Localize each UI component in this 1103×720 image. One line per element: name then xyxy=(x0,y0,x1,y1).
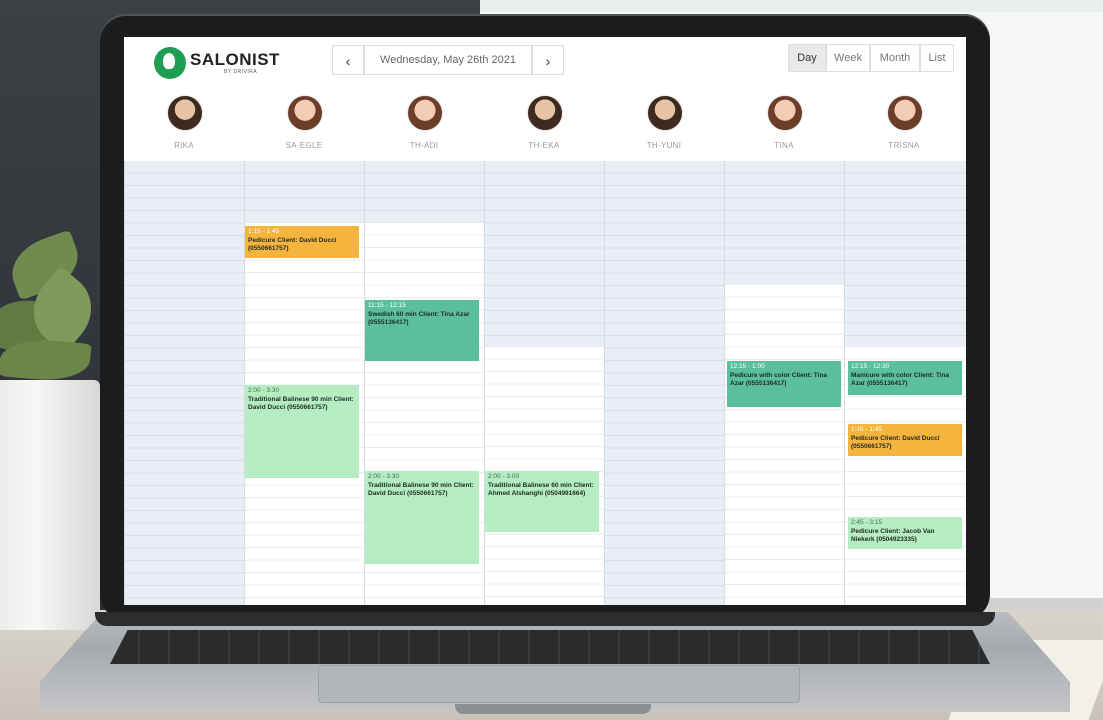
staff-avatar xyxy=(527,95,563,131)
appointment-block[interactable]: 12:15 - 1:00 Pedicure with color Client:… xyxy=(727,361,841,407)
staff-name: TRISNA xyxy=(888,141,920,150)
staff-column-header[interactable]: TH-ADI xyxy=(364,89,484,161)
staff-name: TH-YUNI xyxy=(646,141,682,150)
staff-name: RIKA xyxy=(174,141,194,150)
next-day-button[interactable]: › xyxy=(532,45,564,75)
appointment-time: 2:00 - 3:30 xyxy=(248,387,280,394)
laptop-keyboard xyxy=(110,630,990,664)
appointment-block[interactable]: 2:00 - 3:30 Traditional Balinese 90 min … xyxy=(245,385,359,478)
prev-day-button[interactable]: ‹ xyxy=(332,45,364,75)
view-week-button[interactable]: Week xyxy=(826,44,870,72)
appointment-details: Pedicure Client: David Ducci (0550661757… xyxy=(851,434,940,451)
appointment-block[interactable]: 12:15 - 12:30 Manicure with color Client… xyxy=(848,361,962,395)
appointment-block[interactable]: 1:15 - 1:45 Pedicure Client: David Ducci… xyxy=(245,226,359,258)
staff-column-header[interactable]: TRISNA xyxy=(844,89,964,161)
appointment-block[interactable]: 11:15 - 12:15 Swedish 60 min Client: Tin… xyxy=(365,300,479,361)
appointment-time: 12:15 - 1:00 xyxy=(730,363,765,370)
schedule-column[interactable] xyxy=(124,161,244,605)
appointment-block[interactable]: 2:45 - 3:15 Pedicure Client: Jacob Van N… xyxy=(848,517,962,549)
appointment-time: 11:15 - 12:15 xyxy=(368,302,406,309)
appointment-details: Pedicure Client: Jacob Van Niekerk (0504… xyxy=(851,527,935,544)
staff-name: SA-EGLE xyxy=(285,141,323,150)
staff-column-header[interactable]: RIKA xyxy=(124,89,244,161)
schedule-grid: 1:15 - 1:45 Pedicure Client: David Ducci… xyxy=(124,161,966,605)
staff-name: TINA xyxy=(774,141,794,150)
staff-name: TH-EKA xyxy=(528,141,560,150)
appointment-time: 1:15 - 1:45 xyxy=(851,426,883,433)
appointment-time: 1:15 - 1:45 xyxy=(248,228,280,235)
staff-column-header[interactable]: TH-EKA xyxy=(484,89,604,161)
appointment-details: Traditional Balinese 90 min Client: Davi… xyxy=(368,481,474,498)
calendar-toolbar: SALONIST BY DRIVIRA ‹ Wednesday, May 26t… xyxy=(124,37,966,90)
staff-name: TH-ADI xyxy=(409,141,439,150)
salonist-logo-icon xyxy=(154,47,186,79)
appointment-block[interactable]: 2:00 - 3:30 Traditional Balinese 90 min … xyxy=(365,471,479,564)
appointment-time: 2:00 - 3:00 xyxy=(488,473,520,480)
staff-avatar xyxy=(407,95,443,131)
appointment-details: Swedish 60 min Client: Tina Azar (055513… xyxy=(368,310,470,327)
appointment-block[interactable]: 1:15 - 1:45 Pedicure Client: David Ducci… xyxy=(848,424,962,456)
appointment-time: 2:00 - 3:30 xyxy=(368,473,400,480)
staff-header-row: RIKA SA-EGLE TH-ADI TH-EKA TH-YUNI TINA … xyxy=(124,89,966,162)
appointment-time: 12:15 - 12:30 xyxy=(851,363,890,370)
appointment-details: Traditional Balinese 90 min Client: Davi… xyxy=(248,395,354,412)
appointment-block[interactable]: 2:00 - 3:00 Traditional Balinese 60 min … xyxy=(485,471,599,532)
staff-avatar xyxy=(287,95,323,131)
laptop-trackpad xyxy=(318,665,800,703)
schedule-column[interactable] xyxy=(484,161,604,605)
staff-avatar xyxy=(647,95,683,131)
brand-subtitle: BY DRIVIRA xyxy=(224,69,258,75)
appointment-time: 2:45 - 3:15 xyxy=(851,519,883,526)
plant-pot xyxy=(0,380,100,630)
staff-column-header[interactable]: TH-YUNI xyxy=(604,89,724,161)
view-day-button[interactable]: Day xyxy=(788,44,826,72)
laptop-hinge xyxy=(95,612,995,626)
current-date-display: Wednesday, May 26th 2021 xyxy=(364,45,532,75)
view-list-button[interactable]: List xyxy=(920,44,954,72)
staff-avatar xyxy=(887,95,923,131)
appointment-details: Pedicure with color Client: Tina Azar (0… xyxy=(730,371,828,388)
laptop-lip xyxy=(455,704,651,714)
appointment-details: Traditional Balinese 60 min Client: Ahme… xyxy=(488,481,594,498)
appointment-details: Pedicure Client: David Ducci (0550661757… xyxy=(248,236,337,253)
staff-column-header[interactable]: TINA xyxy=(724,89,844,161)
background-wall-trim xyxy=(480,0,1103,12)
view-month-button[interactable]: Month xyxy=(870,44,920,72)
schedule-column[interactable] xyxy=(604,161,724,605)
appointment-details: Manicure with color Client: Tina Azar (0… xyxy=(851,371,950,388)
laptop-screen: SALONIST BY DRIVIRA ‹ Wednesday, May 26t… xyxy=(124,37,966,605)
staff-avatar xyxy=(167,95,203,131)
staff-column-header[interactable]: SA-EGLE xyxy=(244,89,364,161)
staff-avatar xyxy=(767,95,803,131)
brand-name: SALONIST xyxy=(190,50,280,69)
